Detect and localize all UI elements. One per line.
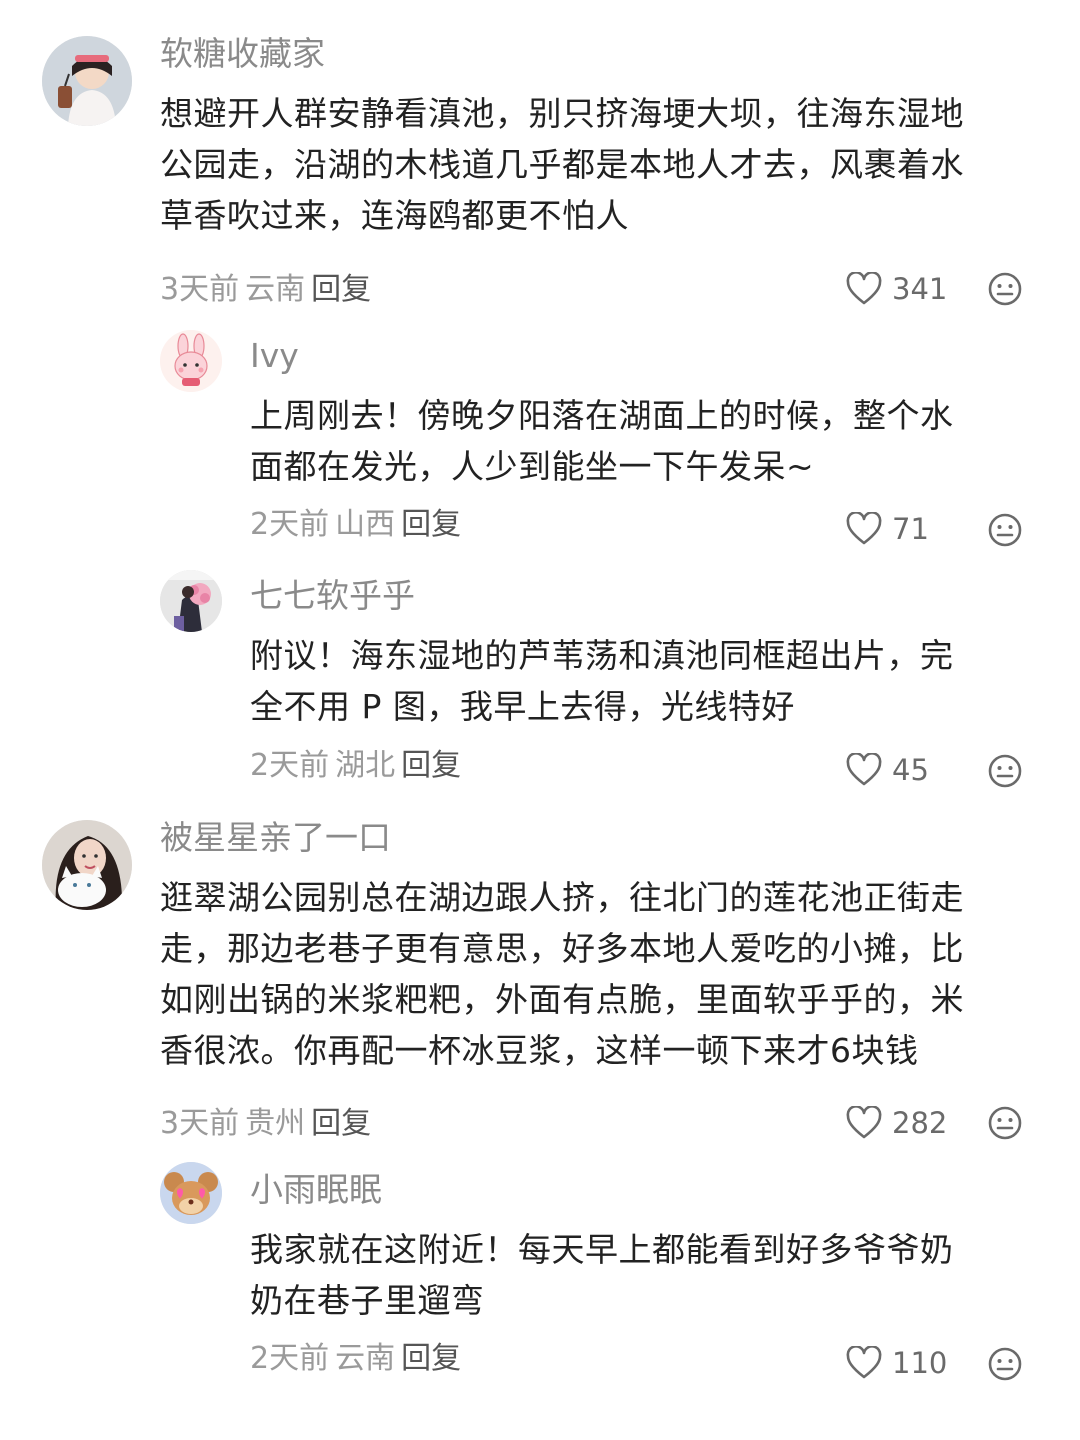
user-avatar[interactable] bbox=[42, 36, 132, 126]
reply-user-avatar[interactable] bbox=[160, 570, 222, 632]
like-count: 71 bbox=[892, 512, 929, 546]
girl-with-cat-avatar-icon bbox=[42, 820, 132, 910]
heart-outline-icon bbox=[846, 1346, 882, 1379]
smiley-face-icon bbox=[988, 1347, 1022, 1381]
reply-text-line: 我家就在这附近！每天早上都能看到好多爷爷奶 bbox=[250, 1230, 954, 1269]
comment-text-line: 如刚出锅的米浆粑粑，外面有点脆，里面软乎乎的，米 bbox=[160, 980, 964, 1019]
reply-meta: 2天前 云南 回复 bbox=[250, 1341, 461, 1377]
reply-text: 我家就在这附近！每天早上都能看到好多爷爷奶 奶在巷子里遛弯 bbox=[250, 1224, 1050, 1326]
like-button[interactable]: 282 bbox=[846, 1106, 947, 1140]
reply-user-avatar[interactable] bbox=[160, 1162, 222, 1224]
reply-text-line: 全不用 P 图，我早上去得，光线特好 bbox=[250, 687, 795, 726]
reply-button[interactable]: 回复 bbox=[311, 272, 371, 307]
cartoon-mouse-avatar-icon bbox=[160, 1162, 222, 1224]
reply-text: 上周刚去！傍晚夕阳落在湖面上的时候，整个水 面都在发光，人少到能坐一下午发呆~ bbox=[250, 390, 1050, 492]
girl-with-flowers-avatar-icon bbox=[160, 570, 222, 632]
emoji-react-button[interactable] bbox=[987, 753, 1023, 789]
like-button[interactable]: 341 bbox=[846, 272, 947, 306]
comment-location: 贵州 bbox=[245, 1106, 306, 1141]
reply-button[interactable]: 回复 bbox=[311, 1106, 371, 1141]
comment-text: 逛翠湖公园别总在湖边跟人挤，往北门的莲花池正街走 走，那边老巷子更有意思，好多本… bbox=[160, 872, 1050, 1076]
comment-text-line: 想避开人群安静看滇池，别只挤海埂大坝，往海东湿地 bbox=[160, 94, 964, 133]
emoji-react-button[interactable] bbox=[987, 1346, 1023, 1382]
emoji-react-button[interactable] bbox=[987, 271, 1023, 307]
reply-location: 山西 bbox=[335, 507, 396, 542]
comment-meta: 3天前 云南 回复 bbox=[160, 272, 371, 308]
reply-button[interactable]: 回复 bbox=[401, 1341, 461, 1376]
comment-time: 3天前 bbox=[160, 1106, 240, 1141]
heart-outline-icon bbox=[846, 1106, 882, 1139]
reply-location: 湖北 bbox=[335, 748, 396, 783]
reply-text-line: 附议！海东湿地的芦苇荡和滇池同框超出片，完 bbox=[250, 636, 954, 675]
reply-username[interactable]: 小雨眠眠 bbox=[250, 1170, 382, 1210]
like-count: 341 bbox=[892, 272, 948, 306]
reply-text-line: 奶在巷子里遛弯 bbox=[250, 1281, 485, 1320]
reply-username[interactable]: Ivy bbox=[250, 336, 299, 376]
smiley-face-icon bbox=[988, 513, 1022, 547]
comment-time: 3天前 bbox=[160, 272, 240, 307]
username[interactable]: 被星星亲了一口 bbox=[160, 818, 391, 858]
comment-text-line: 草香吹过来，连海鸥都更不怕人 bbox=[160, 196, 629, 235]
comment-text: 想避开人群安静看滇池，别只挤海埂大坝，往海东湿地 公园走，沿湖的木栈道几乎都是本… bbox=[160, 88, 1050, 241]
heart-outline-icon bbox=[846, 272, 882, 305]
reply-text: 附议！海东湿地的芦苇荡和滇池同框超出片，完 全不用 P 图，我早上去得，光线特好 bbox=[250, 630, 1050, 732]
smiley-face-icon bbox=[988, 272, 1022, 306]
comment-text-line: 逛翠湖公园别总在湖边跟人挤，往北门的莲花池正街走 bbox=[160, 878, 964, 917]
heart-outline-icon bbox=[846, 512, 882, 545]
like-button[interactable]: 45 bbox=[846, 753, 929, 787]
reply-text-line: 上周刚去！傍晚夕阳落在湖面上的时候，整个水 bbox=[250, 396, 954, 435]
comment-text-line: 走，那边老巷子更有意思，好多本地人爱吃的小摊，比 bbox=[160, 929, 964, 968]
pink-bunny-avatar-icon bbox=[160, 330, 222, 392]
reply-time: 2天前 bbox=[250, 1341, 330, 1376]
emoji-react-button[interactable] bbox=[987, 1105, 1023, 1141]
comment-location: 云南 bbox=[245, 272, 306, 307]
reply-text-line: 面都在发光，人少到能坐一下午发呆~ bbox=[250, 447, 815, 486]
reply-time: 2天前 bbox=[250, 748, 330, 783]
reply-user-avatar[interactable] bbox=[160, 330, 222, 392]
like-count: 110 bbox=[892, 1346, 948, 1380]
reply-username[interactable]: 七七软乎乎 bbox=[250, 576, 415, 616]
reply-location: 云南 bbox=[335, 1341, 396, 1376]
smiley-face-icon bbox=[988, 754, 1022, 788]
reply-button[interactable]: 回复 bbox=[401, 507, 461, 542]
reply-time: 2天前 bbox=[250, 507, 330, 542]
like-button[interactable]: 71 bbox=[846, 512, 929, 546]
username[interactable]: 软糖收藏家 bbox=[160, 34, 325, 74]
emoji-react-button[interactable] bbox=[987, 512, 1023, 548]
user-avatar[interactable] bbox=[42, 820, 132, 910]
heart-outline-icon bbox=[846, 753, 882, 786]
like-button[interactable]: 110 bbox=[846, 1346, 947, 1380]
reply-meta: 2天前 湖北 回复 bbox=[250, 748, 461, 784]
like-count: 45 bbox=[892, 753, 929, 787]
comment-meta: 3天前 贵州 回复 bbox=[160, 1106, 371, 1142]
comment-text-line: 香很浓。你再配一杯冰豆浆，这样一顿下来才6块钱 bbox=[160, 1031, 919, 1070]
reply-meta: 2天前 山西 回复 bbox=[250, 507, 461, 543]
girl-with-drink-avatar-icon bbox=[42, 36, 132, 126]
reply-button[interactable]: 回复 bbox=[401, 748, 461, 783]
comment-item: 软糖收藏家 想避开人群安静看滇池，别只挤海埂大坝，往海东湿地 公园走，沿湖的木栈… bbox=[0, 0, 1080, 1440]
smiley-face-icon bbox=[988, 1106, 1022, 1140]
comment-text-line: 公园走，沿湖的木栈道几乎都是本地人才去，风裹着水 bbox=[160, 145, 964, 184]
like-count: 282 bbox=[892, 1106, 948, 1140]
